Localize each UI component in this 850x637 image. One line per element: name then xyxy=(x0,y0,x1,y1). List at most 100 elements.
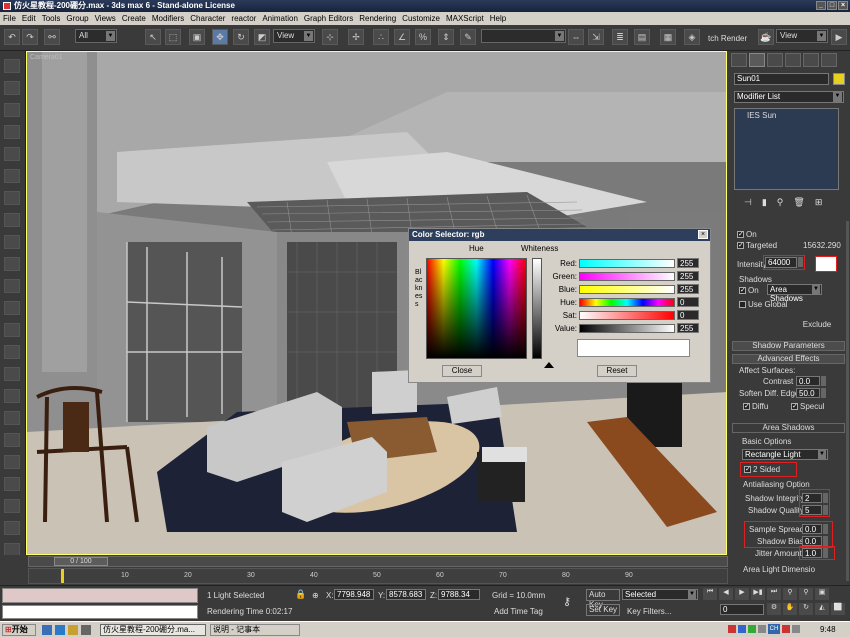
specular-checkbox[interactable]: ✓ Specul xyxy=(791,402,824,411)
area-shadows-rollout[interactable]: Area Shadows xyxy=(732,423,845,433)
orbit-icon[interactable]: ↻ xyxy=(799,603,813,615)
shadows-on-checkbox[interactable]: ✓ On xyxy=(739,286,759,295)
menu-animation[interactable]: Animation xyxy=(259,12,301,25)
menu-help[interactable]: Help xyxy=(487,12,509,25)
spacewarp-tool-icon[interactable] xyxy=(4,301,20,315)
render-view-dropdown[interactable]: View ▼ xyxy=(776,29,828,43)
box-tool-icon[interactable] xyxy=(4,191,20,205)
tray-icon-1[interactable] xyxy=(728,625,736,633)
link-icon[interactable]: ⚯ xyxy=(44,29,60,45)
menu-maxscript[interactable]: MAXScript xyxy=(443,12,487,25)
sphere-tool-icon[interactable] xyxy=(4,213,20,227)
object-name-field[interactable]: Sun01 xyxy=(734,73,829,85)
key-filters-button[interactable]: Key Filters... xyxy=(627,607,671,616)
maxscript-listener-output[interactable] xyxy=(2,605,198,619)
desktop-icon[interactable] xyxy=(42,625,52,635)
sat-value[interactable]: 0 xyxy=(677,310,699,320)
modifier-list-dropdown[interactable]: Modifier List ▼ xyxy=(734,91,844,103)
motion-tool-icon[interactable] xyxy=(4,125,20,139)
soften-edge-field[interactable]: 50.0 xyxy=(796,388,820,398)
show-end-result-icon[interactable]: ▮ xyxy=(762,197,767,211)
render-last-icon[interactable]: ▶ xyxy=(831,29,847,45)
scale-icon[interactable]: ◩ xyxy=(254,29,270,45)
track-bar[interactable]: 10 20 30 40 50 60 70 80 90 xyxy=(28,568,728,584)
red-slider[interactable] xyxy=(579,259,675,268)
pin-stack-icon[interactable]: ⊣ xyxy=(744,197,752,211)
select-object-icon[interactable]: ↖ xyxy=(145,29,161,45)
select-manipulate-icon[interactable]: ✢ xyxy=(348,29,364,45)
pan-icon[interactable]: ✋ xyxy=(783,603,797,615)
maximize-viewport-icon[interactable]: ⬜ xyxy=(831,603,845,615)
x-coordinate-field[interactable]: 7798.948 xyxy=(334,589,374,600)
menu-customize[interactable]: Customize xyxy=(399,12,443,25)
menu-reactor[interactable]: reactor xyxy=(228,12,259,25)
lock-icon[interactable]: 🔒 xyxy=(295,589,306,600)
blue-slider[interactable] xyxy=(579,285,675,294)
reference-coordinate-dropdown[interactable]: View ▼ xyxy=(273,29,315,43)
start-button[interactable]: ⊞开始 xyxy=(2,624,36,636)
stairs-tool-icon[interactable] xyxy=(4,499,20,513)
value-value[interactable]: 255 xyxy=(677,323,699,333)
go-to-end-icon[interactable]: ⏭ xyxy=(767,588,781,600)
ime-indicator[interactable]: CH xyxy=(768,624,780,634)
particles-tool-icon[interactable] xyxy=(4,389,20,403)
fov-icon[interactable]: ◭ xyxy=(815,603,829,615)
move-icon[interactable]: ✥ xyxy=(212,29,228,45)
named-selection-icon[interactable]: ✎ xyxy=(460,29,476,45)
select-region-icon[interactable]: ⬚ xyxy=(165,29,181,45)
systems-tool-icon[interactable] xyxy=(4,323,20,337)
contrast-field[interactable]: 0.0 xyxy=(796,376,820,386)
use-global-checkbox[interactable]: Use Global xyxy=(739,300,788,309)
wall-tool-icon[interactable] xyxy=(4,521,20,535)
material-editor-icon[interactable]: ◈ xyxy=(684,29,700,45)
previous-frame-icon[interactable]: ◀ xyxy=(719,588,733,600)
whiteness-slider[interactable] xyxy=(532,258,542,359)
compound-tool-icon[interactable] xyxy=(4,367,20,381)
close-button[interactable]: × xyxy=(838,1,848,10)
menu-character[interactable]: Character xyxy=(187,12,228,25)
y-coordinate-field[interactable]: 8578.683 xyxy=(386,589,426,600)
light-tool-icon[interactable] xyxy=(4,257,20,271)
play-icon[interactable]: ▶ xyxy=(735,588,749,600)
angle-snap-icon[interactable]: ∠ xyxy=(394,29,410,45)
red-value[interactable]: 255 xyxy=(677,258,699,268)
tray-icon-6[interactable] xyxy=(792,625,800,633)
create-tab-icon[interactable] xyxy=(731,53,747,67)
motion-tab-icon[interactable] xyxy=(785,53,801,67)
z-coordinate-field[interactable]: 9788.34 xyxy=(438,589,480,600)
time-config-icon[interactable]: ⚙ xyxy=(767,603,781,615)
layer-manager-icon[interactable]: ≣ xyxy=(612,29,628,45)
spinner-snap-icon[interactable]: ⇕ xyxy=(438,29,454,45)
ie-icon[interactable] xyxy=(55,625,65,635)
command-panel-scrollbar[interactable] xyxy=(846,221,849,581)
hue-blackness-picker[interactable] xyxy=(426,258,527,359)
nurbs-tool-icon[interactable] xyxy=(4,433,20,447)
time-slider-thumb[interactable]: 0 / 100 xyxy=(54,557,108,566)
menu-modifiers[interactable]: Modifiers xyxy=(149,12,187,25)
next-frame-icon[interactable]: ▶▮ xyxy=(751,588,765,600)
green-slider[interactable] xyxy=(579,272,675,281)
time-slider-track[interactable]: 0 / 100 xyxy=(28,556,728,567)
menu-rendering[interactable]: Rendering xyxy=(356,12,399,25)
soften-edge-spinner[interactable] xyxy=(821,388,826,398)
tray-icon-2[interactable] xyxy=(738,625,746,633)
shapes-tool-icon[interactable] xyxy=(4,345,20,359)
contrast-spinner[interactable] xyxy=(821,376,826,386)
maximize-button[interactable]: □ xyxy=(827,1,837,10)
blue-value[interactable]: 255 xyxy=(677,284,699,294)
tray-icon-3[interactable] xyxy=(748,625,756,633)
hierarchy-tab-icon[interactable] xyxy=(767,53,783,67)
modify-tab-icon[interactable] xyxy=(749,53,765,67)
object-color-swatch[interactable] xyxy=(833,73,845,85)
exclude-button[interactable]: Exclude xyxy=(793,319,841,331)
menu-file[interactable]: File xyxy=(0,12,19,25)
taskbar-item-notepad[interactable]: 说明 - 记事本 xyxy=(210,624,300,636)
hierarchy-tool-icon[interactable] xyxy=(4,103,20,117)
selection-filter-dropdown[interactable]: All ▼ xyxy=(75,29,117,43)
menu-graph-editors[interactable]: Graph Editors xyxy=(301,12,356,25)
remove-modifier-icon[interactable]: 🗑 xyxy=(793,197,804,211)
taskbar-item-3dsmax[interactable]: 仿火星教程-200硼分.ma... xyxy=(100,624,206,636)
diffuse-checkbox[interactable]: ✓ Diffu xyxy=(743,402,768,411)
add-time-tag[interactable]: Add Time Tag xyxy=(494,607,543,616)
modifier-stack[interactable]: IES Sun xyxy=(734,108,839,190)
